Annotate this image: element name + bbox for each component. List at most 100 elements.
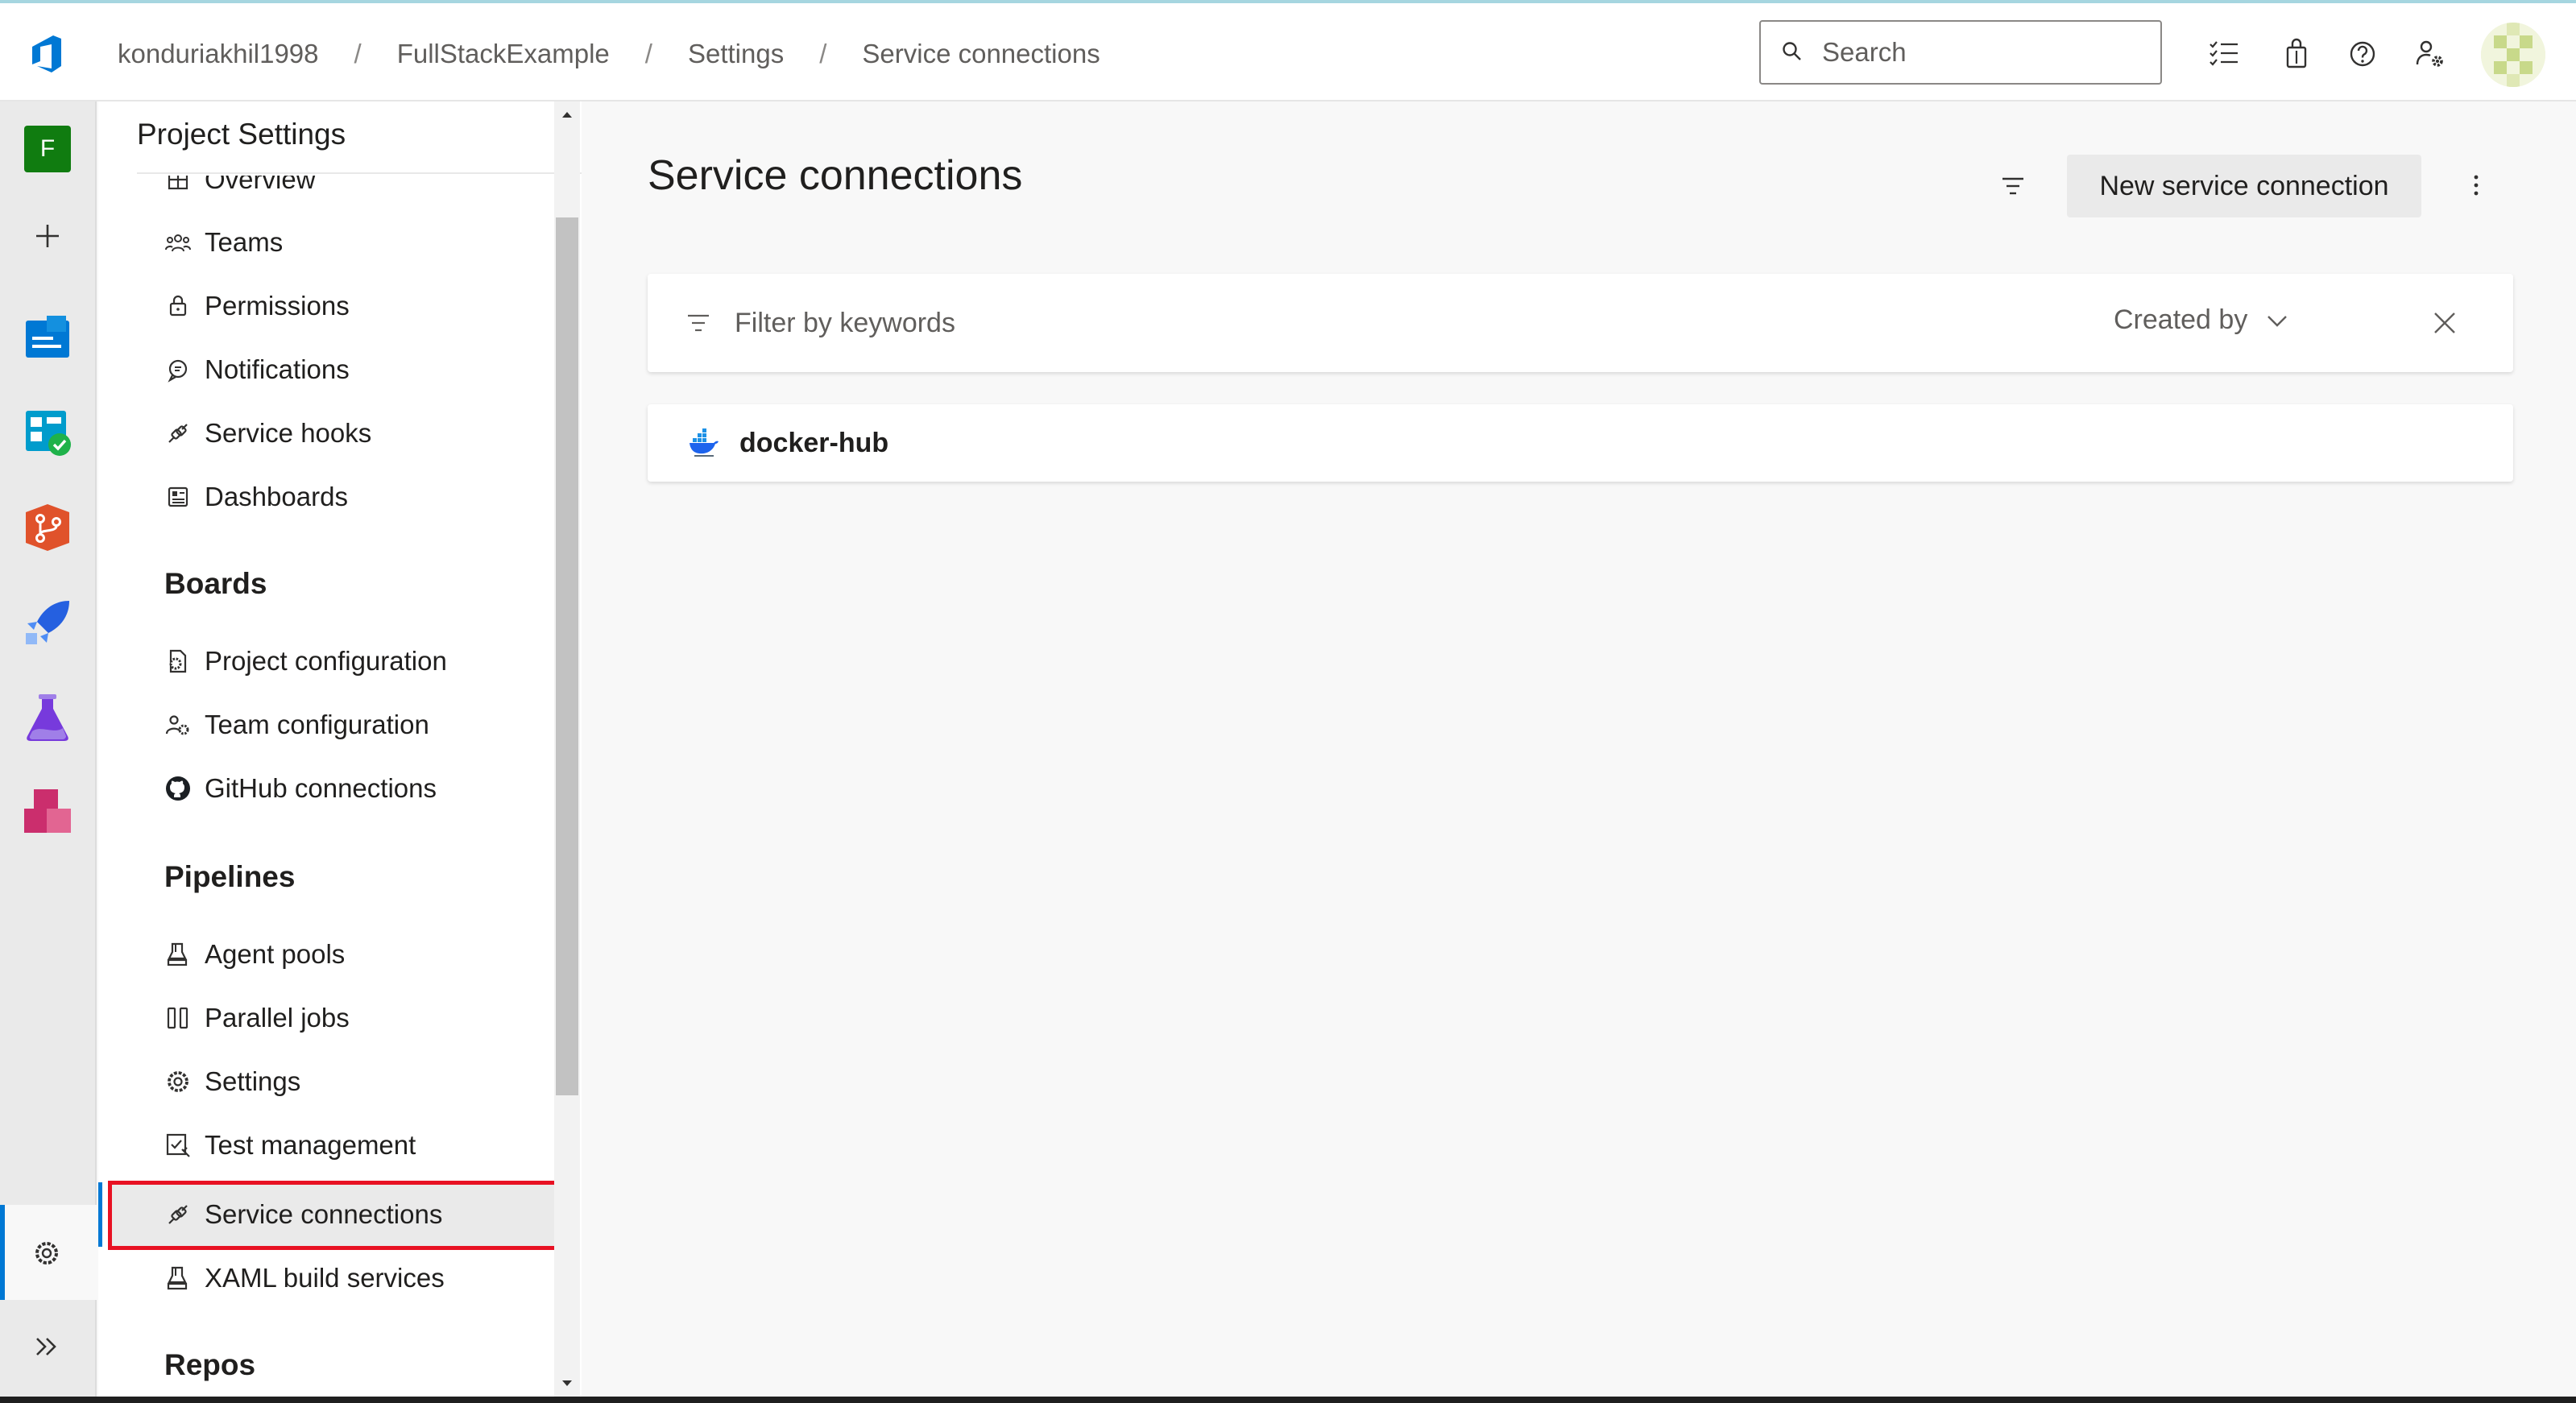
sidebar-scrollbar-thumb[interactable] [556, 217, 578, 1095]
breadcrumb-project[interactable]: FullStackExample [397, 39, 610, 69]
azure-devops-logo-icon[interactable] [24, 31, 69, 76]
docker-icon [690, 428, 719, 457]
sidebar-item-label: Settings [205, 1066, 301, 1096]
add-icon[interactable] [23, 211, 72, 261]
active-indicator [0, 1205, 5, 1300]
sidebar-item-service-hooks[interactable]: Service hooks [164, 405, 551, 461]
sidebar-item-test-management[interactable]: Test management [164, 1117, 551, 1173]
overview-icon[interactable] [23, 312, 72, 362]
filter-icon[interactable] [1998, 171, 2028, 201]
search-icon [1783, 42, 1801, 60]
overview-icon [168, 176, 188, 190]
bottom-edge [0, 1397, 2576, 1403]
sidebar-item-dashboards[interactable]: Dashboards [164, 469, 551, 525]
sidebar-item-settings[interactable]: Settings [164, 1053, 551, 1110]
created-by-dropdown[interactable]: Created by [2114, 304, 2289, 336]
project-settings-sidebar: Project Settings Overview Teams Permissi… [98, 101, 582, 1403]
sidebar-item-xaml-build-services[interactable]: XAML build services [164, 1250, 551, 1306]
keyword-filter-input[interactable] [735, 295, 1701, 351]
sidebar-item-project-configuration[interactable]: Project configuration [164, 633, 551, 689]
breadcrumb-settings[interactable]: Settings [688, 39, 784, 69]
sidebar-item-label: Test management [205, 1130, 416, 1160]
artifacts-icon[interactable] [23, 788, 72, 838]
avatar[interactable] [2481, 23, 2545, 87]
page-title: Service connections [648, 152, 1023, 199]
search-box[interactable] [1759, 20, 2162, 85]
test-plans-icon[interactable] [23, 693, 72, 743]
user-settings-icon[interactable] [2413, 37, 2447, 71]
more-options-icon[interactable] [2460, 169, 2492, 201]
breadcrumb-organization[interactable]: konduriakhil1998 [118, 39, 319, 69]
scroll-up-arrow-icon[interactable] [559, 106, 575, 122]
project-badge[interactable]: F [24, 126, 71, 172]
agent-icon [167, 1266, 188, 1290]
config-icon [169, 649, 187, 673]
sidebar-item-permissions[interactable]: Permissions [164, 278, 551, 334]
pipelines-icon[interactable] [23, 598, 72, 648]
sidebar-item-github-connections[interactable]: GitHub connections [164, 760, 551, 817]
dashboard-icon [168, 486, 188, 507]
breadcrumb-separator: / [819, 39, 827, 68]
sidebar-item-label: Teams [205, 227, 284, 257]
breadcrumb-separator: / [644, 39, 652, 68]
filter-icon [688, 314, 709, 332]
sidebar-item-label: XAML build services [205, 1263, 445, 1293]
gear-icon [35, 1242, 58, 1264]
sidebar-item-label: Team configuration [205, 710, 429, 739]
sidebar-item-parallel-jobs[interactable]: Parallel jobs [164, 990, 551, 1046]
sidebar-item-overview[interactable]: Overview [164, 176, 551, 208]
main-content: Service connections New service connecti… [583, 101, 2576, 1403]
repos-icon[interactable] [23, 503, 72, 553]
sidebar-item-label: GitHub connections [205, 773, 437, 803]
gear-icon [168, 1071, 188, 1092]
sidebar-item-label: Parallel jobs [205, 1003, 350, 1033]
section-heading-repos: Repos [164, 1348, 256, 1381]
team-config-icon [165, 715, 189, 735]
new-service-connection-button[interactable]: New service connection [2067, 155, 2421, 217]
sidebar-item-label: Service hooks [205, 418, 372, 448]
sidebar-item-label: Permissions [205, 291, 350, 321]
red-highlight-box [108, 1181, 569, 1250]
identicon-icon [2481, 23, 2545, 87]
teams-icon [165, 234, 191, 252]
breadcrumb-current-page[interactable]: Service connections [862, 39, 1100, 69]
project-settings-rail-item[interactable] [0, 1205, 97, 1300]
sidebar-item-label: Dashboards [205, 482, 348, 511]
scroll-down-arrow-icon[interactable] [559, 1376, 575, 1392]
test-icon [166, 1133, 190, 1157]
sidebar-divider [137, 172, 582, 174]
shopping-bag-icon[interactable] [2280, 37, 2313, 71]
chat-icon [168, 359, 188, 383]
sidebar-item-agent-pools[interactable]: Agent pools [164, 926, 551, 983]
plug-icon [168, 424, 188, 443]
sidebar-item-label: Overview [205, 176, 316, 194]
agent-icon [167, 942, 188, 966]
navigation-rail: F [0, 101, 97, 1403]
section-heading-pipelines: Pipelines [164, 860, 296, 893]
help-icon[interactable] [2346, 37, 2379, 71]
chevron-down-icon [2267, 315, 2288, 327]
connection-name[interactable]: docker-hub [739, 428, 888, 459]
filter-bar: Created by [648, 274, 2513, 372]
sidebar-item-label: Notifications [205, 354, 350, 384]
service-connection-row[interactable]: docker-hub [648, 404, 2513, 482]
sidebar-item-notifications[interactable]: Notifications [164, 341, 551, 398]
selected-item-indicator [98, 1182, 102, 1247]
expand-icon[interactable] [26, 1326, 68, 1368]
close-icon[interactable] [2431, 309, 2458, 337]
parallel-icon [167, 1007, 188, 1029]
top-header: konduriakhil1998 / FullStackExample / Se… [0, 3, 2576, 101]
sidebar-title: Project Settings [137, 118, 346, 151]
lock-icon [169, 295, 187, 317]
breadcrumb: konduriakhil1998 / FullStackExample / Se… [118, 3, 1100, 105]
sidebar-item-teams[interactable]: Teams [164, 214, 551, 271]
section-heading-boards: Boards [164, 567, 267, 600]
github-icon [166, 776, 190, 801]
search-input[interactable] [1822, 37, 2144, 68]
breadcrumb-separator: / [354, 39, 362, 68]
boards-icon[interactable] [23, 408, 72, 457]
sidebar-item-team-configuration[interactable]: Team configuration [164, 697, 551, 753]
checklist-icon[interactable] [2207, 37, 2241, 71]
sidebar-item-label: Agent pools [205, 939, 346, 969]
created-by-label: Created by [2114, 304, 2248, 335]
